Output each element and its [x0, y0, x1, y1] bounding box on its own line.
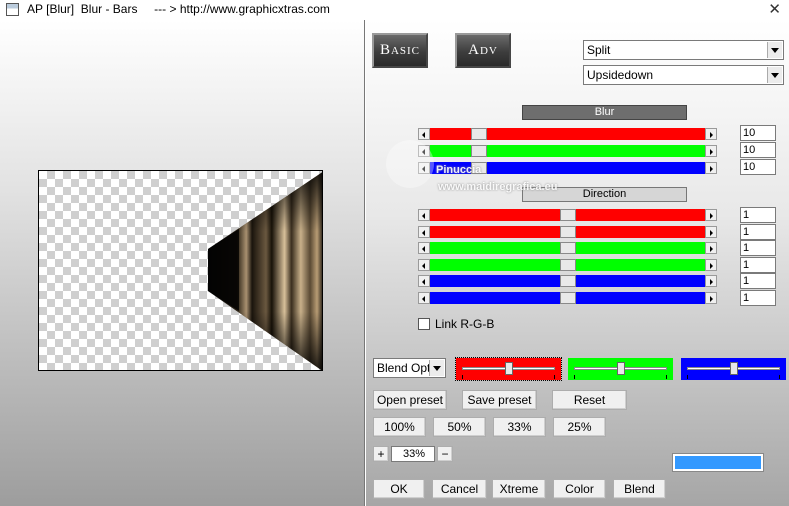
tab-basic[interactable]: Basic [372, 33, 428, 68]
slider-thumb[interactable] [560, 259, 576, 271]
open-preset-button[interactable]: Open preset [373, 390, 447, 410]
slider-track[interactable] [430, 242, 705, 254]
preview-pane [0, 20, 364, 506]
title-bar: AP [Blur] Blur - Bars --- > http://www.g… [0, 0, 789, 20]
tab-adv[interactable]: Adv [455, 33, 511, 68]
slider-track[interactable] [430, 275, 705, 287]
direction-value-field-2[interactable]: 1 [740, 224, 776, 240]
blend-slider-ticks [687, 375, 780, 379]
link-rgb-checkbox[interactable] [418, 318, 430, 330]
scroll-left-icon[interactable] [418, 128, 430, 140]
link-rgb-label: Link R-G-B [435, 317, 495, 331]
zoom-50-button[interactable]: 50% [433, 417, 486, 437]
direction-slider-5[interactable] [418, 275, 717, 287]
watermark-name: Pinuccia [436, 164, 482, 176]
slider-thumb[interactable] [471, 145, 487, 157]
scroll-right-icon[interactable] [705, 128, 717, 140]
scroll-right-icon[interactable] [705, 275, 717, 287]
blend-channel-slider-3[interactable] [681, 358, 786, 380]
scroll-left-icon[interactable] [418, 292, 430, 304]
slider-thumb[interactable] [560, 226, 576, 238]
blend-channel-slider-2[interactable] [568, 358, 673, 380]
chevron-down-icon [767, 42, 782, 58]
blend-slider-knob[interactable] [730, 362, 738, 375]
direction-value-field-4[interactable]: 1 [740, 257, 776, 273]
slider-track[interactable] [430, 128, 705, 140]
blur-bars-preview-image [208, 172, 322, 370]
slider-thumb[interactable] [560, 242, 576, 254]
reset-button[interactable]: Reset [552, 390, 627, 410]
direction-select-value: Upsidedown [587, 68, 654, 82]
direction-value-field-6[interactable]: 1 [740, 290, 776, 306]
slider-track[interactable] [430, 259, 705, 271]
direction-slider-4[interactable] [418, 259, 717, 271]
scroll-left-icon[interactable] [418, 242, 430, 254]
cancel-button[interactable]: Cancel [432, 479, 487, 499]
ok-button[interactable]: OK [373, 479, 425, 499]
color-button[interactable]: Color [553, 479, 606, 499]
blur-value-field-2[interactable]: 10 [740, 142, 776, 158]
watermark-heart-icon [386, 140, 434, 188]
scroll-left-icon[interactable] [418, 275, 430, 287]
color-swatch[interactable] [672, 453, 764, 472]
scroll-right-icon[interactable] [705, 162, 717, 174]
slider-thumb[interactable] [560, 209, 576, 221]
direction-value-field-5[interactable]: 1 [740, 273, 776, 289]
scroll-left-icon[interactable] [418, 259, 430, 271]
direction-slider-1[interactable] [418, 209, 717, 221]
scroll-right-icon[interactable] [705, 259, 717, 271]
scroll-left-icon[interactable] [418, 209, 430, 221]
blend-slider-ticks [574, 375, 667, 379]
blend-slider-ticks [462, 375, 555, 379]
direction-select[interactable]: Upsidedown [583, 65, 784, 85]
watermark-url: www.maidiregrafica.eu [438, 181, 558, 193]
blend-button[interactable]: Blend [613, 479, 666, 499]
control-panel: Basic Adv Split Upsidedown Blur 10 10 10 D… [366, 20, 789, 506]
direction-slider-2[interactable] [418, 226, 717, 238]
slider-track[interactable] [430, 209, 705, 221]
slider-thumb[interactable] [560, 275, 576, 287]
scroll-right-icon[interactable] [705, 292, 717, 304]
scroll-right-icon[interactable] [705, 226, 717, 238]
direction-slider-3[interactable] [418, 242, 717, 254]
mode-select-value: Split [587, 43, 611, 57]
blur-value-field-3[interactable]: 10 [740, 159, 776, 175]
blend-options-select[interactable]: Blend Optic [373, 358, 446, 378]
zoom-25-button[interactable]: 25% [553, 417, 606, 437]
blend-channel-slider-1[interactable] [455, 357, 562, 381]
slider-thumb[interactable] [471, 128, 487, 140]
slider-track[interactable] [430, 145, 705, 157]
app-icon [6, 3, 19, 16]
mode-select[interactable]: Split [583, 40, 784, 60]
blur-slider-1[interactable] [418, 128, 717, 140]
close-icon[interactable]: ✕ [768, 0, 781, 18]
scroll-right-icon[interactable] [705, 209, 717, 221]
save-preset-button[interactable]: Save preset [462, 390, 537, 410]
preview-canvas [38, 170, 323, 371]
blend-slider-knob[interactable] [505, 362, 513, 375]
blur-value-field-1[interactable]: 10 [740, 125, 776, 141]
direction-value-field-1[interactable]: 1 [740, 207, 776, 223]
zoom-100-button[interactable]: 100% [373, 417, 426, 437]
window-title: AP [Blur] Blur - Bars --- > http://www.g… [27, 2, 330, 16]
slider-track[interactable] [430, 292, 705, 304]
chevron-down-icon [767, 67, 782, 83]
blend-slider-knob[interactable] [617, 362, 625, 375]
zoom-33-button[interactable]: 33% [493, 417, 546, 437]
scroll-right-icon[interactable] [705, 242, 717, 254]
slider-track[interactable] [430, 226, 705, 238]
zoom-out-button[interactable]: − [437, 446, 453, 462]
scroll-left-icon[interactable] [418, 226, 430, 238]
zoom-in-button[interactable]: + [373, 446, 389, 462]
scroll-right-icon[interactable] [705, 145, 717, 157]
blur-group-header: Blur [522, 105, 687, 120]
slider-thumb[interactable] [560, 292, 576, 304]
blur-slider-2[interactable] [418, 145, 717, 157]
chevron-down-icon [429, 360, 444, 376]
direction-slider-6[interactable] [418, 292, 717, 304]
xtreme-button[interactable]: Xtreme [492, 479, 546, 499]
direction-value-field-3[interactable]: 1 [740, 240, 776, 256]
zoom-value-field[interactable]: 33% [391, 446, 435, 462]
